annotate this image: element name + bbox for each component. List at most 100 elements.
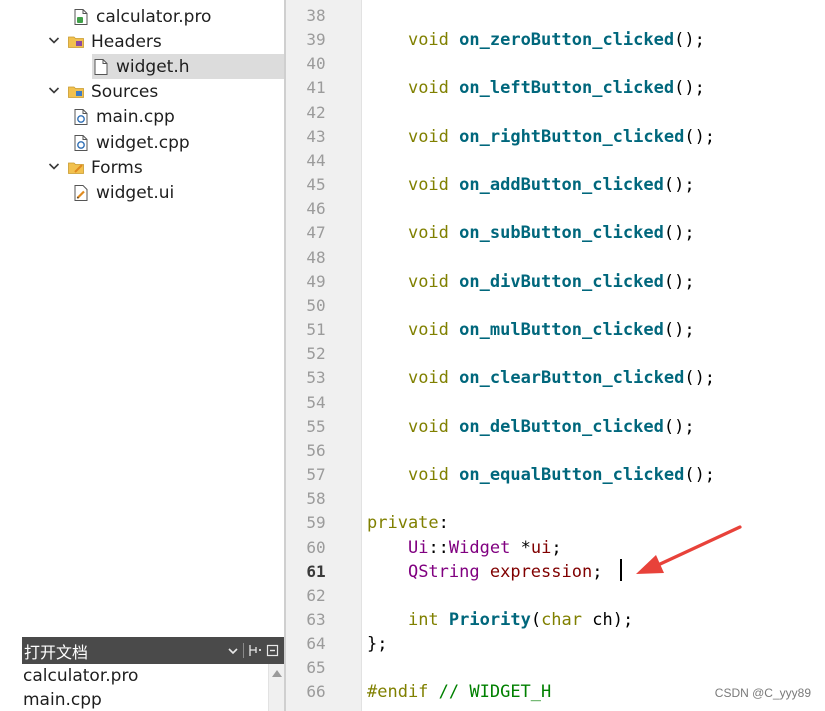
expand-chevron-icon[interactable] <box>46 160 62 175</box>
code-token: (); <box>674 30 705 51</box>
code-editor[interactable]: void on_zeroButton_clicked(); void on_le… <box>362 0 825 711</box>
code-line[interactable]: void on_zeroButton_clicked(); <box>367 28 705 52</box>
expand-chevron-icon[interactable] <box>46 84 62 99</box>
code-token: on_leftButton_clicked <box>459 78 675 99</box>
code-line[interactable]: void on_equalButton_clicked(); <box>367 463 715 487</box>
code-token: on_mulButton_clicked <box>459 320 664 341</box>
code-line[interactable]: }; <box>367 632 387 656</box>
open-document-item[interactable]: calculator.pro <box>22 664 284 688</box>
open-documents-header: 打开文档 <box>22 637 284 664</box>
code-token: void <box>407 126 449 147</box>
code-token: on_subButton_clicked <box>459 223 664 244</box>
sources-folder-icon <box>67 83 85 101</box>
cpp-file-icon <box>72 108 90 126</box>
line-number: 49 <box>306 271 326 291</box>
code-token: ui <box>530 537 552 558</box>
tree-item[interactable]: calculator.pro <box>0 4 284 29</box>
code-token: Widget <box>448 537 511 558</box>
code-line[interactable]: private: <box>367 511 449 535</box>
tree-item[interactable]: main.cpp <box>0 104 284 129</box>
code-token: on_rightButton_clicked <box>459 126 685 147</box>
line-number: 54 <box>306 392 326 412</box>
code-token: (); <box>663 175 695 196</box>
code-line[interactable]: QString expression; <box>367 560 603 584</box>
code-line[interactable]: void on_clearButton_clicked(); <box>367 366 715 390</box>
line-number: 47 <box>306 223 326 243</box>
line-number: 58 <box>306 489 326 509</box>
code-token: void <box>407 416 449 437</box>
code-token: }; <box>367 634 388 655</box>
tree-item-label: Forms <box>91 157 143 178</box>
line-number: 65 <box>306 658 326 678</box>
code-token: (); <box>684 368 716 389</box>
line-number: 38 <box>306 6 326 25</box>
code-line[interactable]: void on_mulButton_clicked(); <box>367 318 695 342</box>
code-line[interactable]: void on_leftButton_clicked(); <box>367 76 705 100</box>
tree-item[interactable]: Forms <box>0 155 284 180</box>
line-number: 45 <box>306 175 326 195</box>
code-token: void <box>407 223 449 244</box>
code-token: #endif <box>367 682 429 703</box>
code-line[interactable]: void on_addButton_clicked(); <box>367 173 695 197</box>
tree-item[interactable]: widget.h <box>92 54 284 79</box>
open-document-item[interactable]: main.cpp <box>22 688 284 711</box>
code-token: on_addButton_clicked <box>459 175 664 196</box>
code-token: void <box>407 271 449 292</box>
tree-item[interactable]: Headers <box>0 29 284 54</box>
tree-item[interactable]: Sources <box>0 79 284 104</box>
line-number: 50 <box>306 295 326 315</box>
scroll-up-icon[interactable] <box>272 670 282 677</box>
tree-item[interactable]: widget.cpp <box>0 130 284 155</box>
code-token: QString <box>407 561 480 582</box>
toolbar-separator <box>243 643 244 658</box>
tree-item[interactable]: widget.ui <box>0 180 284 205</box>
code-token: :: <box>428 537 449 558</box>
cpp-file-icon <box>72 134 90 152</box>
code-line[interactable]: void on_rightButton_clicked(); <box>367 125 715 149</box>
line-number: 53 <box>306 368 326 388</box>
code-line[interactable]: void on_divButton_clicked(); <box>367 270 695 294</box>
pro-file-icon <box>72 8 90 26</box>
code-line[interactable]: Ui::Widget *ui; <box>367 536 562 560</box>
split-icon[interactable] <box>247 643 262 658</box>
line-number: 39 <box>306 30 326 50</box>
code-token: (); <box>663 320 695 341</box>
code-line[interactable]: int Priority(char ch); <box>367 608 633 632</box>
code-line[interactable]: void on_subButton_clicked(); <box>367 221 695 245</box>
code-token: on_equalButton_clicked <box>459 465 685 486</box>
code-token: char <box>541 610 583 630</box>
code-token: void <box>407 175 449 196</box>
code-token: expression <box>489 561 593 582</box>
line-number: 48 <box>306 247 326 267</box>
tree-item-label: calculator.pro <box>96 6 212 27</box>
line-number: 43 <box>306 126 326 146</box>
line-number: 56 <box>306 440 326 460</box>
forms-folder-icon <box>67 159 85 177</box>
line-number: 44 <box>306 150 326 170</box>
code-line[interactable]: void on_delButton_clicked(); <box>367 415 695 439</box>
dropdown-icon[interactable] <box>225 643 240 658</box>
headers-folder-icon <box>67 33 85 51</box>
code-line[interactable]: #endif // WIDGET_H <box>367 680 551 704</box>
close-panel-icon[interactable] <box>265 643 280 658</box>
code-token: ch <box>592 610 613 630</box>
open-documents-scrollbar[interactable] <box>268 664 284 711</box>
code-token: on_zeroButton_clicked <box>459 30 675 51</box>
expand-chevron-icon[interactable] <box>46 34 62 49</box>
